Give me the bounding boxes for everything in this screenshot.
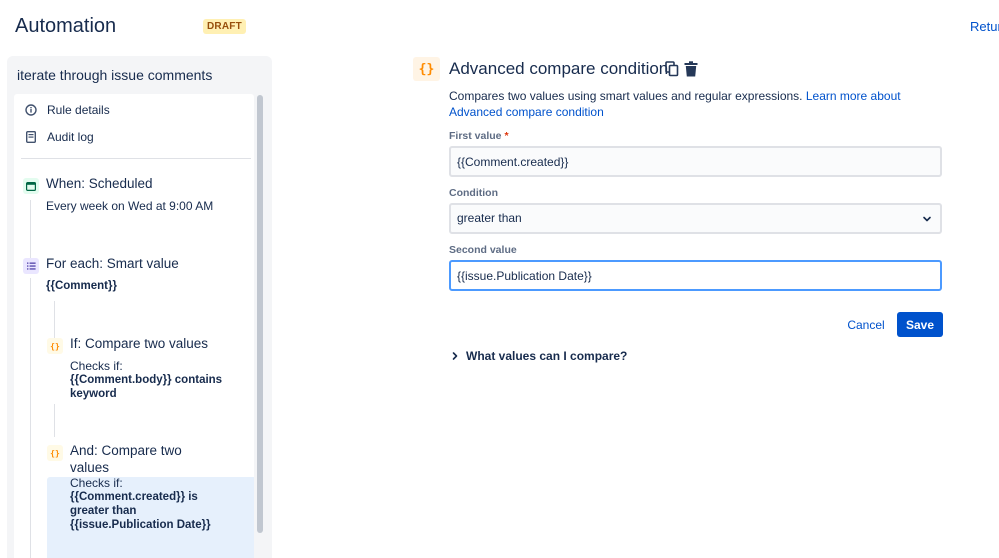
curly-braces-icon: {} [47, 338, 63, 354]
description-text: Compares two values using smart values a… [449, 89, 806, 103]
branch-title: For each: Smart value [46, 256, 179, 271]
connector-line [30, 278, 31, 558]
first-value-label: First value * [449, 130, 509, 142]
second-value-input[interactable] [449, 260, 942, 291]
first-value-label-text: First value [449, 130, 502, 142]
condition-2-checks: Checks if: [70, 476, 123, 490]
nav-divider [21, 158, 251, 159]
curly-braces-icon: {} [413, 57, 440, 81]
draft-badge: DRAFT [203, 19, 246, 34]
condition-1-line2: keyword [70, 388, 117, 400]
expander-label: What values can I compare? [466, 349, 628, 363]
condition-select-value: greater than [457, 211, 522, 225]
calendar-icon [23, 178, 39, 194]
condition-1-line1: {{Comment.body}} contains [70, 374, 223, 386]
chevron-down-icon [923, 216, 931, 222]
condition-2-title-line2: values [70, 460, 110, 475]
condition-select[interactable]: greater than [449, 203, 942, 234]
condition-2-title-line1: And: Compare two [70, 443, 182, 458]
info-icon [24, 103, 38, 117]
rule-details-link[interactable]: Rule details [24, 103, 110, 117]
required-mark: * [504, 130, 509, 142]
copy-icon[interactable] [665, 61, 679, 77]
condition-label: Condition [449, 187, 498, 199]
list-icon [23, 258, 39, 274]
connector-line [54, 404, 55, 437]
scrollbar-thumb[interactable] [257, 95, 263, 533]
trigger-title: When: Scheduled [46, 176, 153, 191]
branch-value: {{Comment}} [46, 280, 117, 292]
rule-sidebar: iterate through issue comments Rule deta… [7, 56, 272, 558]
return-link[interactable]: Retur [970, 19, 999, 34]
first-value-input[interactable] [449, 146, 942, 177]
condition-1-checks: Checks if: [70, 359, 123, 373]
trash-icon[interactable] [684, 61, 698, 77]
condition-2-line2: greater than [70, 505, 137, 517]
condition-2-line3: {{issue.Publication Date}} [70, 519, 211, 531]
connector-line [54, 301, 55, 341]
panel-title: Advanced compare condition [449, 59, 669, 78]
rule-steps-panel: Rule details Audit log When: Scheduled E… [14, 94, 254, 558]
rule-details-label: Rule details [47, 103, 110, 117]
connector-line [30, 200, 31, 264]
trigger-detail: Every week on Wed at 9:00 AM [46, 199, 214, 213]
cancel-button[interactable]: Cancel [840, 313, 892, 337]
audit-log-link[interactable]: Audit log [24, 130, 94, 144]
condition-1-title: If: Compare two values [70, 336, 209, 351]
curly-braces-icon: {} [47, 445, 63, 461]
rule-name: iterate through issue comments [17, 67, 213, 83]
page-title: Automation [15, 15, 117, 37]
document-icon [24, 130, 38, 144]
panel-description: Compares two values using smart values a… [449, 88, 949, 120]
chevron-right-icon [452, 352, 458, 360]
second-value-label: Second value [449, 244, 517, 256]
save-button[interactable]: Save [897, 312, 943, 337]
what-values-expander[interactable]: What values can I compare? [451, 349, 627, 363]
sidebar-scrollbar[interactable] [256, 94, 265, 558]
audit-log-label: Audit log [47, 130, 94, 144]
condition-2-line1: {{Comment.created}} is [70, 491, 198, 503]
